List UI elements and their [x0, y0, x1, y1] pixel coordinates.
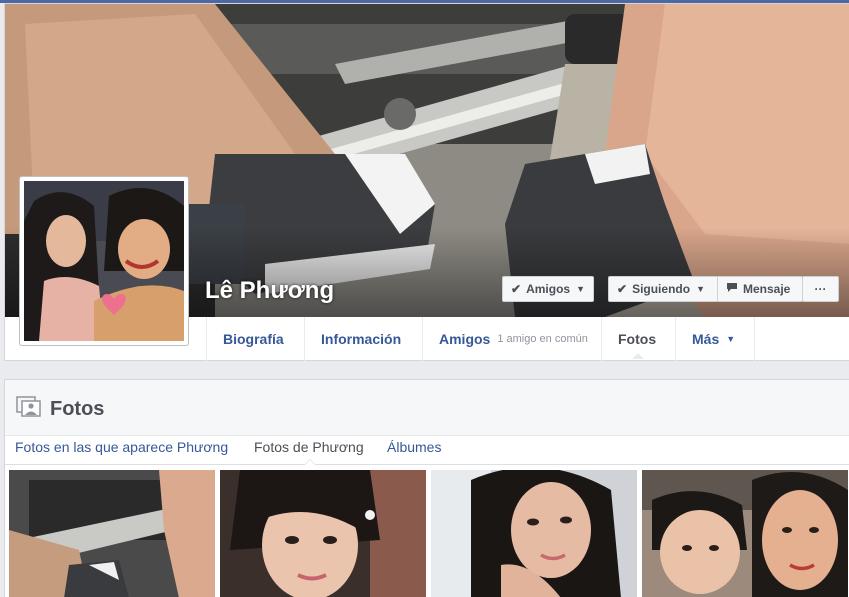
tab-more-label: Más — [692, 331, 720, 347]
tab-about[interactable]: Información — [304, 317, 422, 361]
friends-button[interactable]: ✔ Amigos ▼ — [502, 276, 594, 302]
profile-header: Lê Phương ✔ Amigos ▼ ✔ Siguiendo ▼ Mensa… — [4, 3, 849, 361]
check-icon: ✔ — [617, 282, 628, 296]
mutual-friends-count: 1 amigo en común — [497, 333, 588, 345]
photo-thumbnail[interactable] — [220, 470, 426, 597]
ellipsis-icon: ··· — [814, 282, 827, 296]
photos-tabs: Fotos en las que aparece Phương Fotos de… — [5, 436, 849, 465]
photos-section: Fotos Fotos en las que aparece Phương Fo… — [4, 379, 849, 597]
photo-thumbnail[interactable] — [642, 470, 848, 597]
tab-photos-by[interactable]: Fotos de Phương — [254, 439, 364, 455]
check-icon: ✔ — [511, 282, 522, 296]
tab-timeline[interactable]: Biografía — [206, 317, 304, 361]
photos-title: Fotos — [50, 398, 105, 420]
caret-down-icon: ▼ — [726, 334, 736, 344]
tab-photos-label: Fotos — [618, 331, 657, 347]
photos-icon — [16, 396, 42, 423]
profile-name[interactable]: Lê Phương — [205, 277, 334, 305]
tab-timeline-label: Biografía — [223, 331, 284, 347]
following-button-label: Siguiendo — [632, 282, 691, 296]
message-button-label: Mensaje — [743, 282, 791, 296]
message-icon — [726, 282, 738, 296]
message-button[interactable]: Mensaje — [717, 276, 803, 302]
photo-thumbnail[interactable] — [431, 470, 637, 597]
tab-friends-label: Amigos — [439, 331, 491, 347]
caret-down-icon: ▼ — [576, 284, 585, 294]
active-photos-tab-indicator — [304, 459, 316, 465]
caret-down-icon: ▼ — [696, 284, 705, 294]
photo-thumbnail[interactable] — [9, 470, 215, 597]
following-button[interactable]: ✔ Siguiendo ▼ — [608, 276, 718, 302]
active-tab-indicator — [632, 353, 644, 359]
tab-about-label: Información — [321, 331, 402, 347]
tab-albums[interactable]: Álbumes — [387, 439, 441, 455]
tab-photos-of[interactable]: Fotos en las que aparece Phương — [15, 439, 228, 455]
tab-friends[interactable]: Amigos 1 amigo en común — [422, 317, 601, 361]
profile-picture-image — [24, 181, 184, 341]
photos-header: Fotos — [5, 380, 849, 436]
tab-more[interactable]: Más ▼ — [675, 317, 755, 361]
profile-picture[interactable] — [19, 176, 189, 346]
friends-button-label: Amigos — [526, 282, 571, 296]
more-options-button[interactable]: ··· — [802, 276, 839, 302]
